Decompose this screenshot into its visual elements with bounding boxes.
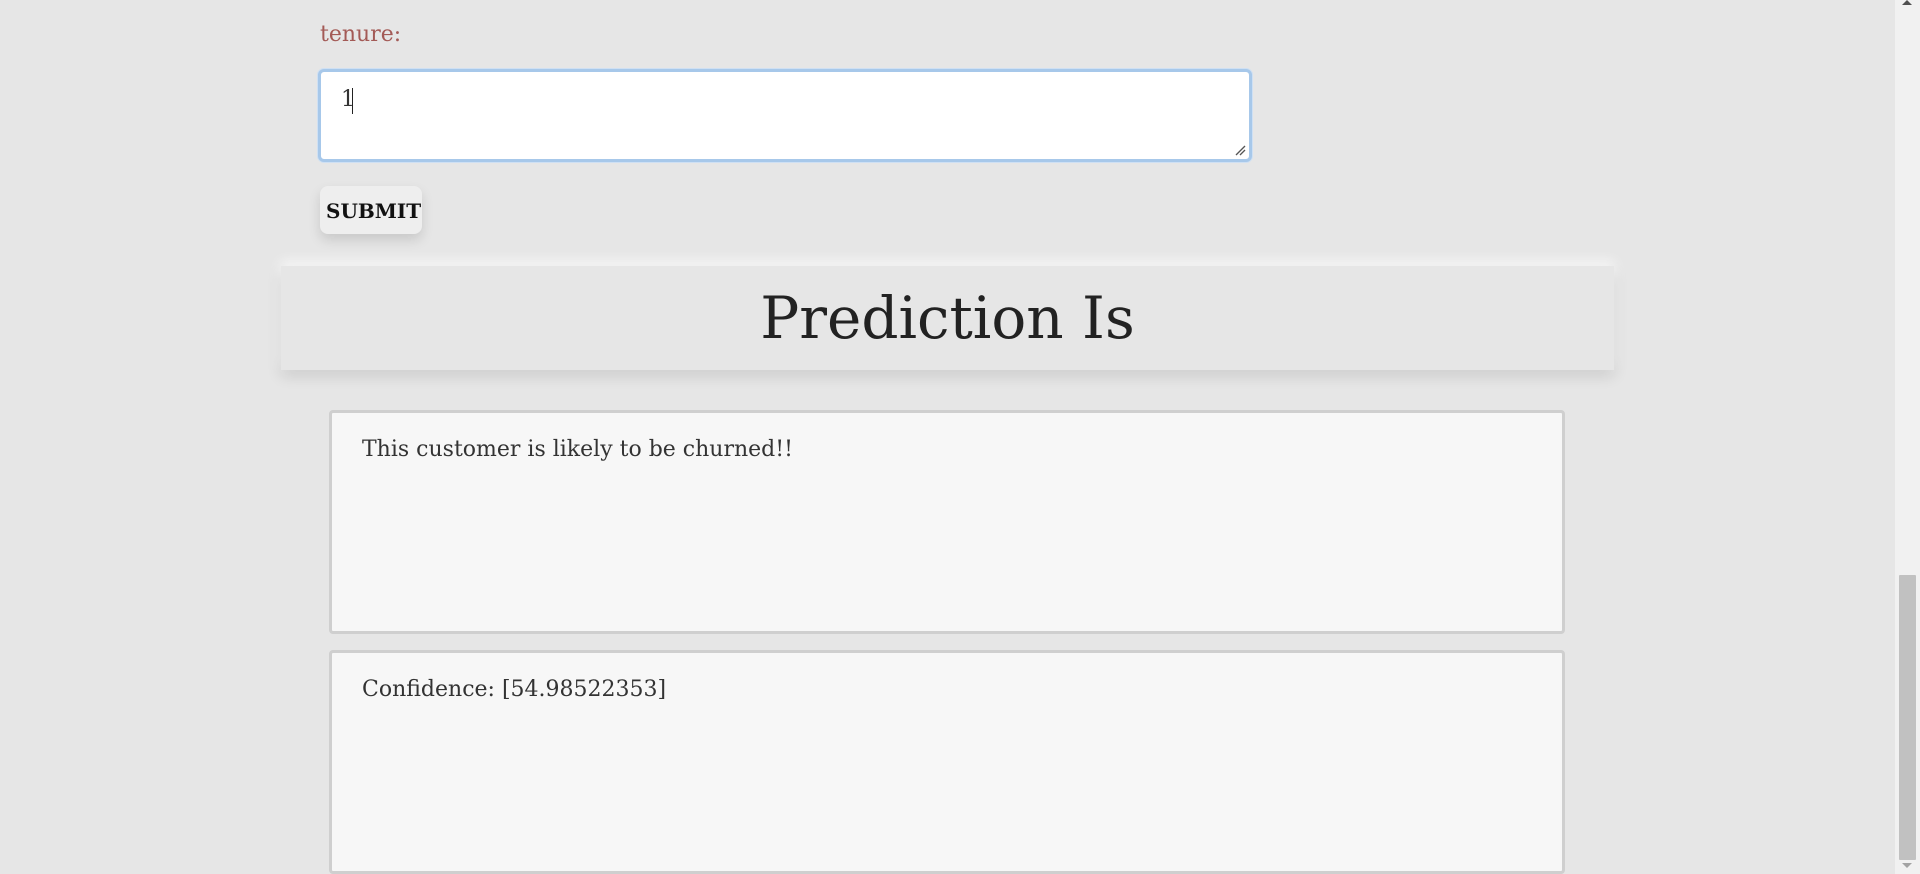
text-caret <box>352 88 353 114</box>
prediction-header: Prediction Is <box>281 266 1614 370</box>
tenure-textarea[interactable]: 1 <box>318 69 1252 162</box>
scrollbar-thumb[interactable] <box>1899 575 1916 860</box>
chevron-down-icon[interactable] <box>1902 863 1912 868</box>
tenure-label: tenure: <box>320 22 402 47</box>
prediction-title: Prediction Is <box>760 284 1135 352</box>
confidence-box: Confidence: [54.98522353] <box>329 650 1565 874</box>
prediction-result-text: This customer is likely to be churned!! <box>362 437 793 462</box>
submit-button[interactable]: SUBMIT <box>320 186 422 234</box>
confidence-text: Confidence: [54.98522353] <box>362 677 667 702</box>
prediction-result-box: This customer is likely to be churned!! <box>329 410 1565 634</box>
resize-grip-icon[interactable] <box>1234 144 1246 156</box>
vertical-scrollbar[interactable] <box>1895 0 1920 874</box>
chevron-up-icon[interactable] <box>1902 0 1912 5</box>
page: tenure: 1 SUBMIT Prediction Is This cust… <box>0 0 1920 874</box>
